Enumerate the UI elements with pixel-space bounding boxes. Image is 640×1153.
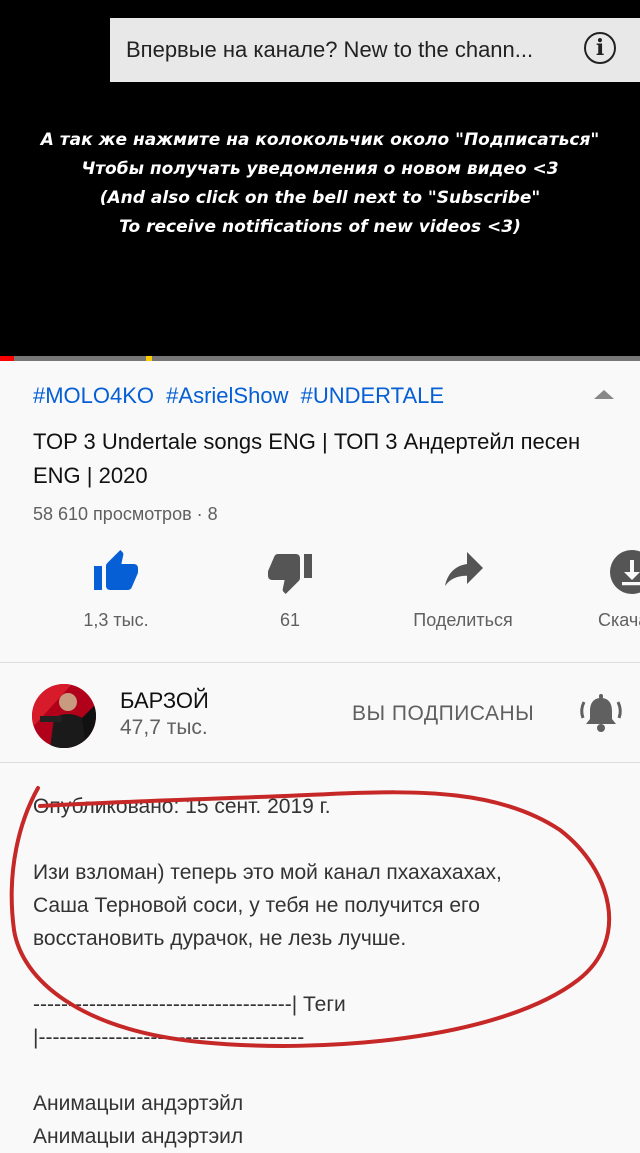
separator-line: -------------------------------------| Т… xyxy=(33,993,346,1016)
publish-date: Опубликовано: 15 сент. 2019 г. xyxy=(33,795,331,818)
subscriber-count: 47,7 тыс. xyxy=(120,716,208,739)
separator-line: |-------------------------------------- xyxy=(33,1026,305,1049)
description-line: Саша Терновой соси, у тебя не получится … xyxy=(33,894,480,917)
overlay-line: Чтобы получать уведомления о новом видео… xyxy=(81,159,559,179)
channel-info-banner[interactable]: Впервые на канале? New to the chann... i xyxy=(110,18,640,82)
share-icon xyxy=(445,552,483,586)
chapter-marker xyxy=(146,356,152,361)
thumbs-up-icon xyxy=(94,550,138,590)
hashtag-link[interactable]: #MOLO4KO xyxy=(33,383,154,408)
subscribed-button[interactable]: ВЫ ПОДПИСАНЫ xyxy=(352,702,534,726)
tag-line: Анимацыи андэртэил xyxy=(33,1125,244,1148)
overlay-line: А так же нажмите на колокольчик около "П… xyxy=(40,130,600,150)
video-description: Опубликовано: 15 сент. 2019 г. Изи взлом… xyxy=(33,790,613,1153)
dislike-button[interactable]: 61 xyxy=(220,548,360,631)
like-button[interactable]: 1,3 тыс. xyxy=(46,548,186,631)
view-count: 58 610 просмотров · 8 xyxy=(33,504,218,524)
hashtags: #MOLO4KO #AsrielShow #UNDERTALE xyxy=(33,383,450,409)
download-label: Скача xyxy=(598,610,640,630)
channel-name[interactable]: БАРЗОЙ xyxy=(120,688,209,714)
bell-icon[interactable] xyxy=(578,692,624,734)
progress-bar[interactable] xyxy=(0,356,640,361)
banner-text: Впервые на канале? New to the chann... xyxy=(126,37,534,62)
download-icon xyxy=(610,550,640,594)
overlay-line: (And also click on the bell next to "Sub… xyxy=(99,188,541,208)
progress-played xyxy=(0,356,15,361)
channel-avatar[interactable] xyxy=(32,684,96,748)
thumbs-down-icon xyxy=(268,554,312,594)
like-count: 1,3 тыс. xyxy=(83,610,149,630)
share-label: Поделиться xyxy=(413,610,513,630)
video-title[interactable]: TOP 3 Undertale songs ENG | ТОП 3 Андерт… xyxy=(33,425,593,493)
hashtag-link[interactable]: #AsrielShow xyxy=(166,383,288,408)
tag-line: Анимацыи андэртэйл xyxy=(33,1092,244,1115)
action-bar: 1,3 тыс. 61 Поделиться Скача xyxy=(0,548,640,638)
share-button[interactable]: Поделиться xyxy=(393,548,533,631)
collapse-chevron-icon[interactable] xyxy=(594,390,614,399)
divider xyxy=(0,662,640,663)
overlay-line: To receive notifications of new videos <… xyxy=(119,217,521,237)
hashtag-link[interactable]: #UNDERTALE xyxy=(301,383,444,408)
video-overlay-text: А так же нажмите на колокольчик около "П… xyxy=(0,126,640,242)
video-player[interactable]: Впервые на канале? New to the chann... i… xyxy=(0,0,640,356)
info-icon[interactable]: i xyxy=(584,32,616,64)
dislike-count: 61 xyxy=(279,610,301,630)
download-button[interactable]: Скача xyxy=(566,548,640,631)
description-line: восстановить дурачок, не лезь лучше. xyxy=(33,927,407,950)
description-line: Изи взломан) теперь это мой канал пхахах… xyxy=(33,861,502,884)
divider xyxy=(0,762,640,763)
